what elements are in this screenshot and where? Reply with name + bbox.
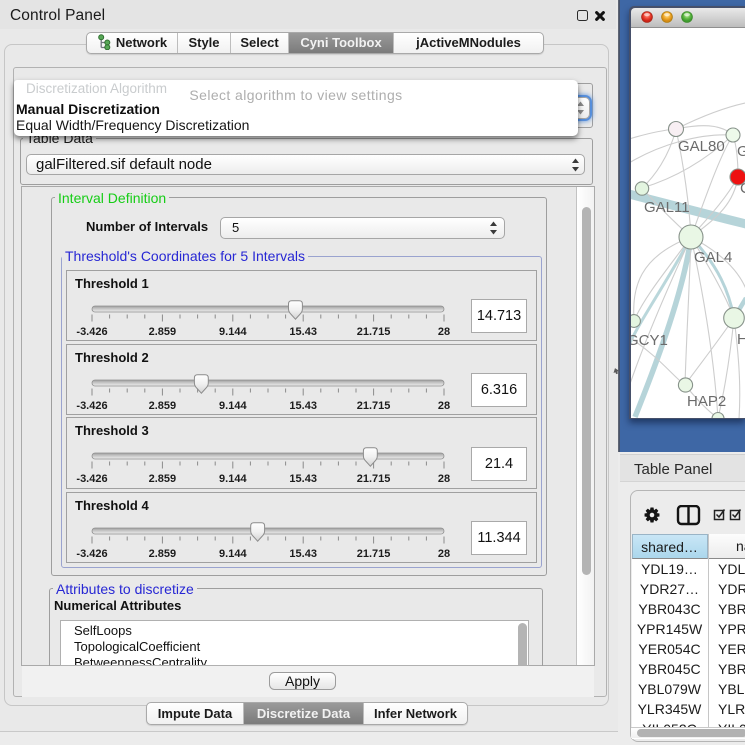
svg-text:GAL4: GAL4	[694, 249, 732, 266]
svg-text:-3.426: -3.426	[76, 326, 107, 338]
svg-text:9.144: 9.144	[219, 326, 247, 338]
svg-text:GAL80: GAL80	[678, 138, 725, 155]
svg-text:28: 28	[438, 400, 450, 412]
svg-text:HAP2: HAP2	[687, 393, 726, 410]
svg-text:15.43: 15.43	[289, 548, 317, 560]
svg-text:21.715: 21.715	[357, 326, 391, 338]
svg-text:21.715: 21.715	[357, 548, 391, 560]
svg-text:28: 28	[438, 548, 450, 560]
svg-text:15.43: 15.43	[289, 400, 317, 412]
svg-text:2.859: 2.859	[149, 473, 177, 485]
svg-text:H: H	[737, 331, 745, 348]
svg-text:2.859: 2.859	[149, 548, 177, 560]
svg-text:28: 28	[438, 326, 450, 338]
svg-text:21.715: 21.715	[357, 473, 391, 485]
svg-text:21.715: 21.715	[357, 400, 391, 412]
svg-text:28: 28	[438, 473, 450, 485]
svg-text:GAL11: GAL11	[644, 199, 690, 216]
svg-text:2.859: 2.859	[149, 400, 177, 412]
svg-text:15.43: 15.43	[289, 473, 317, 485]
svg-text:-3.426: -3.426	[76, 400, 107, 412]
svg-text:C: C	[740, 180, 745, 197]
svg-text:9.144: 9.144	[219, 400, 247, 412]
svg-text:GA: GA	[737, 143, 745, 160]
svg-text:-3.426: -3.426	[76, 548, 107, 560]
svg-text:9.144: 9.144	[219, 473, 247, 485]
svg-text:9.144: 9.144	[219, 548, 247, 560]
svg-text:15.43: 15.43	[289, 326, 317, 338]
svg-text:GCY1: GCY1	[631, 332, 668, 349]
svg-text:-3.426: -3.426	[76, 473, 107, 485]
svg-text:2.859: 2.859	[149, 326, 177, 338]
